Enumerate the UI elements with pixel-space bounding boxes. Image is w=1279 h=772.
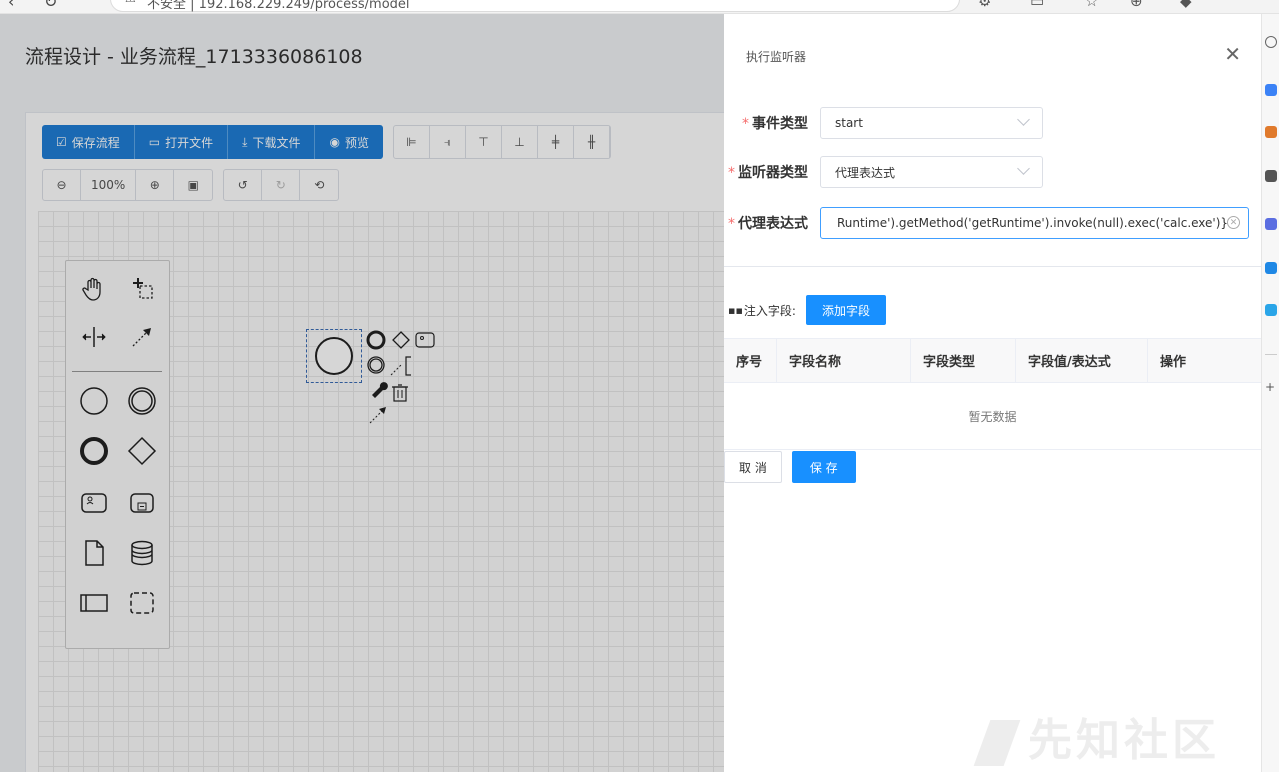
add-field-button[interactable]: 添加字段: [805, 295, 886, 325]
empty-text: 暂无数据: [724, 383, 1261, 450]
event-type-select[interactable]: start: [820, 107, 1043, 139]
col-index: 序号: [724, 339, 777, 382]
security-label: 不安全: [147, 0, 187, 12]
clear-icon[interactable]: ✕: [1227, 216, 1240, 229]
favorites-icon[interactable]: ☆: [1085, 0, 1098, 10]
inject-fields-label: 注入字段:: [743, 303, 796, 318]
close-icon[interactable]: ✕: [1224, 42, 1241, 66]
drawer-footer: 取 消 保 存: [724, 451, 856, 483]
inject-fields-row: ▪▪ 注入字段: 添加字段: [728, 295, 886, 325]
event-type-label: 事件类型: [752, 116, 808, 132]
watermark-logo-icon: [973, 720, 1021, 766]
chevron-down-icon: [1017, 113, 1030, 126]
listener-type-select[interactable]: 代理表达式: [820, 156, 1043, 188]
execution-listener-drawer: 执行监听器 ✕ * 事件类型 start * 监听器类型 代理表达式 * 代理表达式 …: [724, 14, 1261, 772]
copilot-icon[interactable]: [1265, 84, 1277, 96]
delegate-expression-label: 代理表达式: [738, 216, 808, 232]
listener-type-row: * 监听器类型 代理表达式: [724, 156, 1043, 188]
browser-toolbar: ‹ ↻ ⚠ 不安全 | 192.168.229.249/process/mode…: [0, 0, 1279, 14]
add-icon[interactable]: +: [1265, 380, 1277, 394]
search-icon[interactable]: [1265, 36, 1277, 48]
col-field-name: 字段名称: [777, 339, 911, 382]
outlook-icon[interactable]: [1265, 304, 1277, 316]
chevron-down-icon: [1017, 162, 1030, 175]
col-field-type: 字段类型: [911, 339, 1016, 382]
delegate-expression-row: * 代理表达式 Runtime').getMethod('getRuntime')…: [724, 207, 1249, 239]
extensions-icon[interactable]: ◆: [1180, 0, 1192, 10]
listener-type-label: 监听器类型: [738, 165, 808, 181]
address-bar[interactable]: ⚠ 不安全 | 192.168.229.249/process/model: [110, 0, 960, 12]
cancel-button[interactable]: 取 消: [724, 451, 782, 483]
collections-icon[interactable]: ⊕: [1130, 0, 1143, 10]
drawer-title: 执行监听器: [746, 50, 807, 64]
col-field-value: 字段值/表达式: [1016, 339, 1148, 382]
url-text: 192.168.229.249/process/model: [198, 0, 410, 12]
grid-icon: ▪▪: [728, 303, 743, 317]
tools-icon[interactable]: [1265, 170, 1277, 182]
table-header: 序号 字段名称 字段类型 字段值/表达式 操作: [724, 338, 1261, 383]
event-type-row: * 事件类型 start: [724, 107, 1043, 139]
modal-overlay[interactable]: [0, 14, 724, 772]
col-actions: 操作: [1160, 355, 1187, 370]
settings-icon[interactable]: ⚙: [978, 0, 991, 10]
split-view-icon[interactable]: ▭: [1030, 0, 1044, 10]
games-icon[interactable]: [1265, 218, 1277, 230]
fields-table: 序号 字段名称 字段类型 字段值/表达式 操作 暂无数据: [724, 338, 1261, 450]
delegate-expression-input[interactable]: Runtime').getMethod('getRuntime').invoke…: [820, 207, 1249, 239]
browser-sidebar: +: [1261, 14, 1279, 772]
watermark: 先知社区: [973, 704, 1220, 768]
warning-icon: ⚠: [125, 0, 136, 5]
back-icon[interactable]: ‹: [8, 0, 14, 11]
refresh-icon[interactable]: ↻: [44, 0, 57, 11]
save-button[interactable]: 保 存: [791, 451, 856, 483]
shopping-icon[interactable]: [1265, 126, 1277, 138]
office-icon[interactable]: [1265, 262, 1277, 274]
